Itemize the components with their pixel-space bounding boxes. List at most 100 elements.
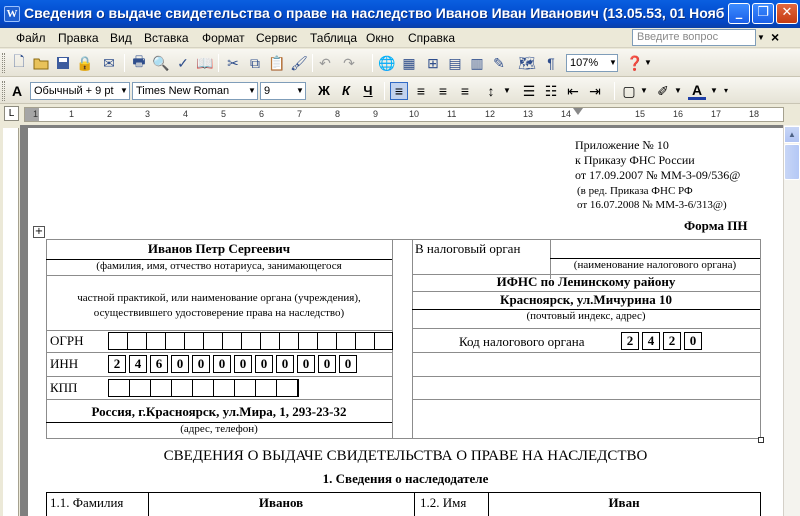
scroll-up-icon[interactable]: ▲ bbox=[784, 126, 800, 143]
highlight-icon[interactable]: ✐ bbox=[654, 82, 672, 100]
underline-button[interactable]: Ч bbox=[358, 82, 378, 100]
zoom-dropdown-icon[interactable]: ▼ bbox=[609, 58, 617, 67]
menu-insert[interactable]: Вставка bbox=[144, 31, 189, 45]
help-icon[interactable]: ❓ bbox=[626, 54, 644, 72]
inn-digit[interactable]: 0 bbox=[255, 355, 273, 373]
bullets-icon[interactable]: ☷ bbox=[542, 82, 560, 100]
minimize-button[interactable]: _ bbox=[728, 3, 750, 24]
menu-view[interactable]: Вид bbox=[110, 31, 132, 45]
inn-digit[interactable]: 0 bbox=[339, 355, 357, 373]
style-dropdown-icon[interactable]: ▼ bbox=[120, 86, 128, 95]
indent-marker-icon[interactable] bbox=[573, 108, 583, 121]
help-dropdown-icon[interactable]: ▼ bbox=[757, 33, 765, 42]
close-button[interactable]: ✕ bbox=[776, 3, 798, 24]
table-move-handle-icon[interactable]: + bbox=[33, 226, 45, 238]
print-preview-icon[interactable]: 🔍 bbox=[152, 54, 170, 72]
vertical-ruler[interactable] bbox=[3, 128, 19, 516]
inn-digit[interactable]: 2 bbox=[108, 355, 126, 373]
inn-digit[interactable]: 0 bbox=[171, 355, 189, 373]
toolbar-grip[interactable] bbox=[2, 53, 5, 73]
columns-icon[interactable]: ▥ bbox=[468, 54, 486, 72]
borders-dropdown-icon[interactable]: ▼ bbox=[640, 86, 648, 95]
bold-button[interactable]: Ж bbox=[314, 82, 334, 100]
permission-icon[interactable]: 🔒 bbox=[76, 54, 94, 72]
line-spacing-icon[interactable]: ↕ bbox=[482, 82, 500, 100]
redo-icon[interactable]: ↷ bbox=[340, 54, 358, 72]
print-icon[interactable]: 🖶 bbox=[130, 53, 148, 72]
menu-edit[interactable]: Правка bbox=[58, 31, 99, 45]
style-combo[interactable]: Обычный + 9 pt bbox=[30, 82, 130, 100]
line-spacing-dropdown-icon[interactable]: ▼ bbox=[503, 86, 511, 95]
borders-icon[interactable]: ▢ bbox=[620, 82, 638, 100]
copy-icon[interactable]: ⧉ bbox=[246, 54, 264, 72]
inn-digit[interactable]: 0 bbox=[213, 355, 231, 373]
inn-digit[interactable]: 0 bbox=[297, 355, 315, 373]
title-bar[interactable]: W Сведения о выдаче свидетельства о прав… bbox=[0, 0, 800, 28]
menu-window[interactable]: Окно bbox=[366, 31, 394, 45]
new-document-icon[interactable]: 🗋 bbox=[10, 53, 28, 72]
italic-button[interactable]: К bbox=[336, 82, 356, 100]
spelling-icon[interactable]: ✓ bbox=[174, 54, 192, 72]
inn-digit[interactable]: 6 bbox=[150, 355, 168, 373]
inn-digit[interactable]: 4 bbox=[129, 355, 147, 373]
show-hide-icon[interactable]: ¶ bbox=[542, 54, 560, 72]
cut-icon[interactable]: ✂ bbox=[224, 54, 242, 72]
font-size-dropdown-icon[interactable]: ▼ bbox=[296, 86, 304, 95]
inn-digit[interactable]: 0 bbox=[318, 355, 336, 373]
document-close-button[interactable]: × bbox=[771, 29, 779, 45]
word-app-icon[interactable]: W bbox=[4, 6, 20, 22]
align-center-icon[interactable]: ≡ bbox=[412, 82, 430, 100]
document-page[interactable]: Приложение № 10 к Приказу ФНС России от … bbox=[28, 128, 783, 516]
format-painter-icon[interactable]: 🖌 bbox=[290, 54, 308, 72]
toolbar-grip[interactable] bbox=[2, 81, 5, 101]
menu-format[interactable]: Формат bbox=[202, 31, 245, 45]
document-map-icon[interactable]: 🗺 bbox=[518, 54, 536, 72]
inn-digit[interactable]: 0 bbox=[192, 355, 210, 373]
open-folder-icon[interactable] bbox=[32, 54, 50, 72]
help-search-input[interactable]: Введите вопрос bbox=[632, 29, 756, 46]
tab-selector[interactable]: L bbox=[4, 106, 19, 121]
font-color-icon[interactable]: A bbox=[688, 82, 706, 100]
align-right-icon[interactable]: ≡ bbox=[434, 82, 452, 100]
help-dropdown-arrow-icon[interactable]: ▼ bbox=[644, 58, 652, 67]
menu-file[interactable]: Файл bbox=[16, 31, 46, 45]
align-left-icon[interactable]: ≡ bbox=[390, 82, 408, 100]
menu-tools[interactable]: Сервис bbox=[256, 31, 297, 45]
menu-help[interactable]: Справка bbox=[408, 31, 455, 45]
styles-pane-icon[interactable]: A bbox=[8, 82, 26, 100]
insert-excel-icon[interactable]: ▤ bbox=[446, 54, 464, 72]
decrease-indent-icon[interactable]: ⇤ bbox=[564, 82, 582, 100]
inn-digit[interactable]: 0 bbox=[276, 355, 294, 373]
tax-code-digit[interactable]: 2 bbox=[621, 332, 639, 350]
save-icon[interactable] bbox=[54, 54, 72, 72]
paste-icon[interactable]: 📋 bbox=[268, 54, 286, 72]
research-icon[interactable]: 📖 bbox=[196, 54, 214, 72]
tax-code-digit[interactable]: 2 bbox=[663, 332, 681, 350]
notary-caption-1: (фамилия, имя, отчество нотариуса, заним… bbox=[96, 260, 342, 272]
toolbar-options-icon[interactable]: ▾ bbox=[724, 86, 728, 95]
scroll-thumb[interactable] bbox=[784, 144, 800, 180]
kpp-boxes[interactable] bbox=[108, 379, 299, 397]
horizontal-ruler[interactable]: 1 1 2 3 4 5 6 7 8 9 10 11 12 13 14 15 16… bbox=[24, 107, 784, 122]
inn-digit[interactable]: 0 bbox=[234, 355, 252, 373]
numbering-icon[interactable]: ☰ bbox=[520, 82, 538, 100]
undo-icon[interactable]: ↶ bbox=[316, 54, 334, 72]
justify-icon[interactable]: ≡ bbox=[456, 82, 474, 100]
restore-button[interactable]: ❐ bbox=[752, 3, 774, 24]
email-icon[interactable]: ✉ bbox=[100, 54, 118, 72]
hyperlink-icon[interactable]: 🌐 bbox=[378, 54, 396, 72]
insert-table-icon[interactable]: ⊞ bbox=[424, 54, 442, 72]
ogrn-boxes[interactable] bbox=[108, 332, 393, 350]
menu-table[interactable]: Таблица bbox=[310, 31, 357, 45]
tables-borders-icon[interactable]: ▦ bbox=[400, 54, 418, 72]
drawing-icon[interactable]: ✎ bbox=[490, 54, 508, 72]
vertical-scrollbar[interactable] bbox=[783, 125, 800, 516]
highlight-dropdown-icon[interactable]: ▼ bbox=[674, 86, 682, 95]
tax-code-digit[interactable]: 0 bbox=[684, 332, 702, 350]
font-dropdown-icon[interactable]: ▼ bbox=[248, 86, 256, 95]
font-combo[interactable]: Times New Roman bbox=[132, 82, 258, 100]
table-resize-handle-icon[interactable] bbox=[758, 437, 764, 443]
tax-code-digit[interactable]: 4 bbox=[642, 332, 660, 350]
increase-indent-icon[interactable]: ⇥ bbox=[586, 82, 604, 100]
font-color-dropdown-icon[interactable]: ▼ bbox=[710, 86, 718, 95]
